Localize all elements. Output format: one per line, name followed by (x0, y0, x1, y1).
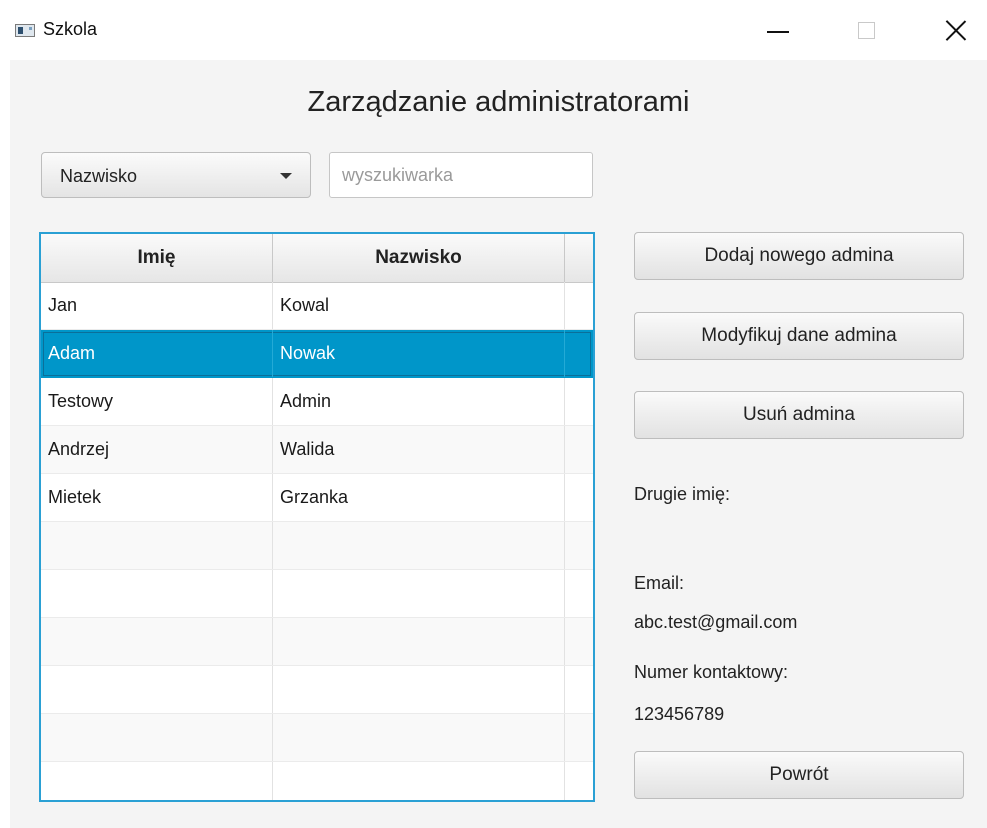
app-window-icon (15, 24, 35, 37)
minimize-button[interactable] (755, 10, 801, 50)
cell-imie (41, 714, 273, 761)
empty-table-row[interactable] (41, 714, 593, 762)
close-button[interactable] (933, 10, 979, 50)
cell-imie (41, 618, 273, 665)
cell-imie (41, 762, 273, 800)
delete-admin-button[interactable]: Usuń admina (634, 391, 964, 439)
column-header-nazwisko[interactable]: Nazwisko (273, 234, 565, 282)
cell-nazwisko: Admin (273, 378, 565, 425)
cell-filler (565, 282, 593, 329)
cell-nazwisko (273, 762, 565, 800)
title-bar: Szkola (0, 0, 987, 60)
cell-imie: Mietek (41, 474, 273, 521)
column-header-imie[interactable]: Imię (41, 234, 273, 282)
cell-imie: Testowy (41, 378, 273, 425)
cell-imie (41, 522, 273, 569)
cell-filler (565, 474, 593, 521)
empty-table-row[interactable] (41, 570, 593, 618)
cell-imie: Jan (41, 282, 273, 329)
cell-filler (565, 330, 593, 377)
cell-imie (41, 570, 273, 617)
cell-filler (565, 714, 593, 761)
filter-combobox[interactable]: Nazwisko (41, 152, 311, 198)
cell-filler (565, 522, 593, 569)
search-input[interactable] (329, 152, 593, 198)
page-title: Zarządzanie administratorami (307, 86, 690, 118)
cell-nazwisko (273, 522, 565, 569)
table-row[interactable]: Adam Nowak (41, 330, 593, 378)
cell-nazwisko (273, 618, 565, 665)
middle-name-label: Drugie imię: (634, 484, 731, 504)
table-body: Jan Kowal Adam Nowak Testowy Admin Andrzej Wali… (41, 282, 593, 800)
phone-value: 123456789 (634, 704, 725, 724)
minimize-icon (767, 31, 789, 33)
empty-table-row[interactable] (41, 666, 593, 714)
table-row[interactable]: Jan Kowal (41, 282, 593, 330)
phone-label: Numer kontaktowy: (634, 662, 789, 682)
empty-table-row[interactable] (41, 618, 593, 666)
add-admin-button[interactable]: Dodaj nowego admina (634, 232, 964, 280)
filter-selected-value: Nazwisko (60, 166, 138, 186)
chevron-down-icon (280, 173, 292, 179)
table-row[interactable]: Mietek Grzanka (41, 474, 593, 522)
cell-nazwisko: Walida (273, 426, 565, 473)
admins-table[interactable]: Imię Nazwisko Jan Kowal Adam Nowak Testowy Ad… (39, 232, 595, 802)
cell-nazwisko (273, 714, 565, 761)
table-row[interactable]: Andrzej Walida (41, 426, 593, 474)
cell-filler (565, 666, 593, 713)
empty-table-row[interactable] (41, 762, 593, 800)
cell-filler (565, 426, 593, 473)
cell-nazwisko: Kowal (273, 282, 565, 329)
maximize-icon (857, 21, 875, 39)
cell-nazwisko (273, 570, 565, 617)
cell-nazwisko: Nowak (273, 330, 565, 377)
window-title: Szkola (43, 19, 98, 39)
email-value: abc.test@gmail.com (634, 612, 798, 632)
cell-filler (565, 762, 593, 800)
email-label: Email: (634, 573, 685, 593)
cell-imie (41, 666, 273, 713)
table-header: Imię Nazwisko (41, 234, 593, 283)
cell-nazwisko: Grzanka (273, 474, 565, 521)
close-icon (945, 19, 967, 41)
cell-filler (565, 618, 593, 665)
column-header-filler (565, 234, 593, 282)
cell-imie: Andrzej (41, 426, 273, 473)
modify-admin-button[interactable]: Modyfikuj dane admina (634, 312, 964, 360)
table-row[interactable]: Testowy Admin (41, 378, 593, 426)
cell-filler (565, 570, 593, 617)
cell-imie: Adam (41, 330, 273, 377)
main-panel: Zarządzanie administratorami Nazwisko Im… (10, 60, 987, 828)
cell-nazwisko (273, 666, 565, 713)
maximize-button[interactable] (843, 10, 889, 50)
cell-filler (565, 378, 593, 425)
empty-table-row[interactable] (41, 522, 593, 570)
back-button[interactable]: Powrót (634, 751, 964, 799)
